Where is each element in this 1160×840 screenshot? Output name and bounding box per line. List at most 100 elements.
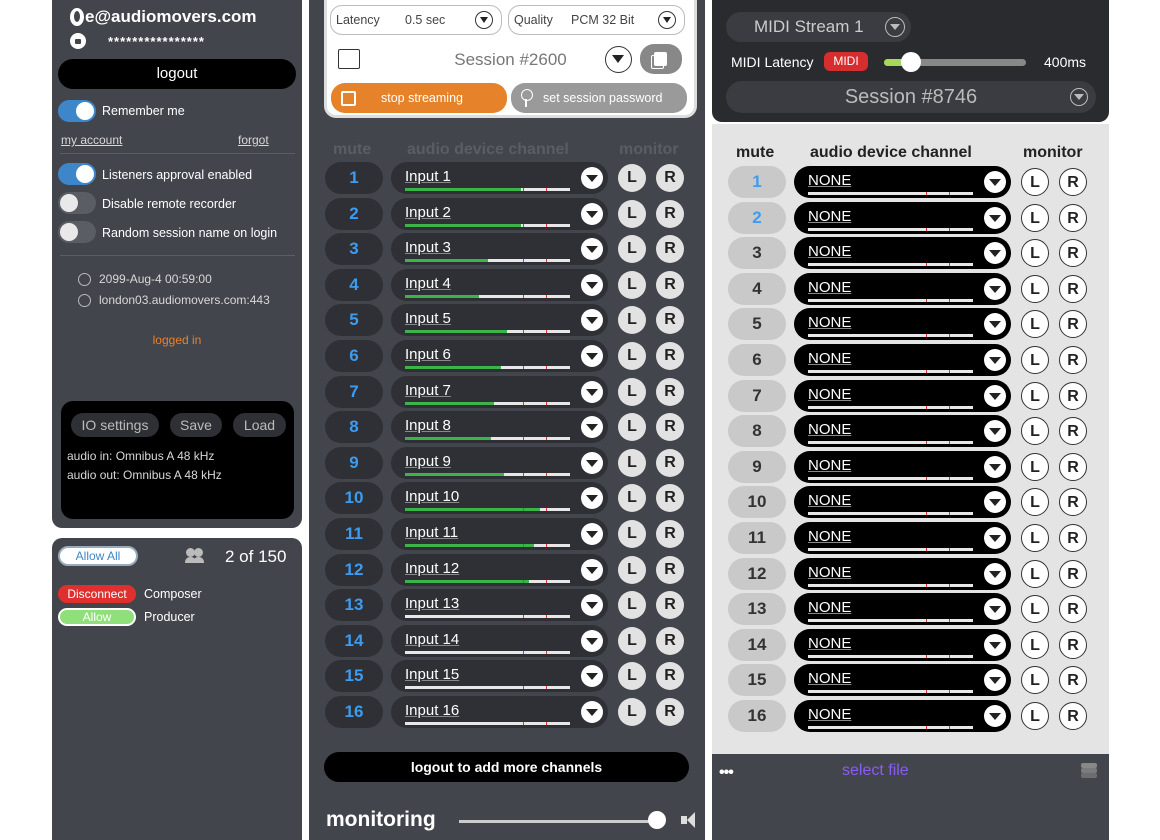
monitor-right-button[interactable]: R bbox=[1059, 666, 1087, 695]
channel-mute-button[interactable]: 1 bbox=[325, 162, 383, 194]
monitor-right-button[interactable]: R bbox=[656, 413, 684, 442]
logout-button[interactable]: logout bbox=[58, 59, 296, 89]
channel-device-select[interactable]: NONE bbox=[794, 166, 1011, 198]
channel-device-select[interactable]: NONE bbox=[794, 593, 1011, 626]
monitor-right-button[interactable]: R bbox=[1059, 524, 1087, 552]
monitor-left-button[interactable]: L bbox=[618, 520, 646, 548]
layers-icon[interactable] bbox=[1081, 763, 1097, 779]
channel-device-select[interactable]: Input 1 bbox=[391, 162, 608, 194]
io-load-button[interactable]: Load bbox=[233, 413, 286, 437]
channel-mute-button[interactable]: 16 bbox=[728, 700, 786, 732]
monitor-right-button[interactable]: R bbox=[1059, 630, 1087, 659]
monitor-left-button[interactable]: L bbox=[1021, 310, 1049, 339]
monitor-left-button[interactable]: L bbox=[1021, 417, 1049, 446]
monitor-right-button[interactable]: R bbox=[656, 484, 684, 513]
channel-device-select[interactable]: Input 8 bbox=[391, 411, 608, 444]
monitor-right-button[interactable]: R bbox=[656, 199, 684, 228]
listeners-approval-toggle[interactable] bbox=[58, 163, 96, 185]
monitor-right-button[interactable]: R bbox=[656, 270, 684, 299]
monitoring-slider-handle[interactable] bbox=[648, 811, 666, 829]
disconnect-composer-button[interactable]: Disconnect bbox=[58, 585, 136, 603]
channel-device-select[interactable]: NONE bbox=[794, 201, 1011, 234]
monitor-right-button[interactable]: R bbox=[656, 626, 684, 655]
copy-link-icon[interactable] bbox=[640, 44, 682, 74]
channel-mute-button[interactable]: 15 bbox=[325, 660, 383, 693]
allow-producer-button[interactable]: Allow bbox=[58, 608, 136, 626]
monitor-right-button[interactable]: R bbox=[1059, 239, 1087, 268]
monitor-left-button[interactable]: L bbox=[1021, 630, 1049, 659]
monitor-right-button[interactable]: R bbox=[656, 342, 684, 370]
my-account-link[interactable]: my account bbox=[61, 133, 122, 147]
monitor-left-button[interactable]: L bbox=[618, 377, 646, 406]
channel-device-select[interactable]: Input 15 bbox=[391, 660, 608, 693]
channel-mute-button[interactable]: 2 bbox=[325, 197, 383, 230]
monitor-left-button[interactable]: L bbox=[1021, 702, 1049, 730]
monitor-left-button[interactable]: L bbox=[1021, 203, 1049, 232]
monitor-right-button[interactable]: R bbox=[656, 662, 684, 691]
monitor-right-button[interactable]: R bbox=[1059, 595, 1087, 624]
channel-mute-button[interactable]: 11 bbox=[728, 522, 786, 554]
channel-device-select[interactable]: Input 5 bbox=[391, 304, 608, 337]
channel-device-select[interactable]: Input 10 bbox=[391, 482, 608, 515]
monitoring-slider-track[interactable] bbox=[459, 820, 659, 823]
channel-device-select[interactable]: NONE bbox=[794, 272, 1011, 305]
monitor-left-button[interactable]: L bbox=[1021, 452, 1049, 481]
monitor-left-button[interactable]: L bbox=[618, 270, 646, 299]
monitor-right-button[interactable]: R bbox=[656, 235, 684, 264]
monitor-left-button[interactable]: L bbox=[618, 555, 646, 584]
monitor-left-button[interactable]: L bbox=[1021, 595, 1049, 624]
channel-mute-button[interactable]: 2 bbox=[728, 201, 786, 234]
logout-to-add-channels-button[interactable]: logout to add more channels bbox=[324, 752, 689, 782]
channel-mute-button[interactable]: 9 bbox=[728, 450, 786, 483]
channel-mute-button[interactable]: 4 bbox=[728, 272, 786, 305]
monitor-right-button[interactable]: R bbox=[1059, 274, 1087, 303]
channel-mute-button[interactable]: 14 bbox=[325, 624, 383, 657]
midi-stream-select[interactable]: MIDI Stream 1 bbox=[726, 12, 911, 42]
channel-device-select[interactable]: NONE bbox=[794, 308, 1011, 341]
monitor-left-button[interactable]: L bbox=[1021, 666, 1049, 695]
monitor-right-button[interactable]: R bbox=[656, 306, 684, 335]
monitor-left-button[interactable]: L bbox=[1021, 559, 1049, 588]
monitor-left-button[interactable]: L bbox=[618, 199, 646, 228]
monitor-right-button[interactable]: R bbox=[656, 555, 684, 584]
monitor-left-button[interactable]: L bbox=[618, 164, 646, 192]
monitor-left-button[interactable]: L bbox=[1021, 524, 1049, 552]
monitor-left-button[interactable]: L bbox=[1021, 488, 1049, 517]
channel-device-select[interactable]: Input 16 bbox=[391, 696, 608, 728]
channel-device-select[interactable]: NONE bbox=[794, 628, 1011, 661]
channel-device-select[interactable]: Input 4 bbox=[391, 268, 608, 301]
monitor-left-button[interactable]: L bbox=[618, 413, 646, 442]
channel-mute-button[interactable]: 12 bbox=[325, 553, 383, 586]
monitor-left-button[interactable]: L bbox=[618, 662, 646, 691]
more-options-icon[interactable]: ••• bbox=[719, 764, 734, 782]
monitor-right-button[interactable]: R bbox=[1059, 488, 1087, 517]
monitor-right-button[interactable]: R bbox=[656, 698, 684, 726]
channel-device-select[interactable]: Input 12 bbox=[391, 553, 608, 586]
disable-remote-recorder-toggle[interactable] bbox=[58, 192, 96, 214]
latency-select[interactable]: Latency 0.5 sec bbox=[330, 5, 502, 35]
channel-mute-button[interactable]: 13 bbox=[325, 589, 383, 622]
channel-device-select[interactable]: Input 13 bbox=[391, 589, 608, 622]
midi-latency-slider-handle[interactable] bbox=[901, 52, 921, 72]
monitor-right-button[interactable]: R bbox=[1059, 381, 1087, 410]
channel-mute-button[interactable]: 10 bbox=[325, 482, 383, 515]
select-file-link[interactable]: select file bbox=[842, 762, 909, 780]
monitor-right-button[interactable]: R bbox=[656, 377, 684, 406]
channel-device-select[interactable]: NONE bbox=[794, 664, 1011, 697]
monitor-left-button[interactable]: L bbox=[618, 591, 646, 620]
monitor-left-button[interactable]: L bbox=[1021, 239, 1049, 268]
io-save-button[interactable]: Save bbox=[170, 413, 222, 437]
channel-mute-button[interactable]: 10 bbox=[728, 486, 786, 519]
monitor-right-button[interactable]: R bbox=[1059, 559, 1087, 588]
io-settings-button[interactable]: IO settings bbox=[71, 413, 159, 437]
channel-device-select[interactable]: NONE bbox=[794, 522, 1011, 554]
channel-device-select[interactable]: NONE bbox=[794, 486, 1011, 519]
monitor-left-button[interactable]: L bbox=[1021, 168, 1049, 196]
allow-all-button[interactable]: Allow All bbox=[58, 546, 138, 566]
channel-mute-button[interactable]: 15 bbox=[728, 664, 786, 697]
channel-device-select[interactable]: Input 7 bbox=[391, 375, 608, 408]
channel-device-select[interactable]: NONE bbox=[794, 344, 1011, 376]
monitor-left-button[interactable]: L bbox=[1021, 381, 1049, 410]
monitor-right-button[interactable]: R bbox=[656, 164, 684, 192]
channel-mute-button[interactable]: 9 bbox=[325, 446, 383, 479]
